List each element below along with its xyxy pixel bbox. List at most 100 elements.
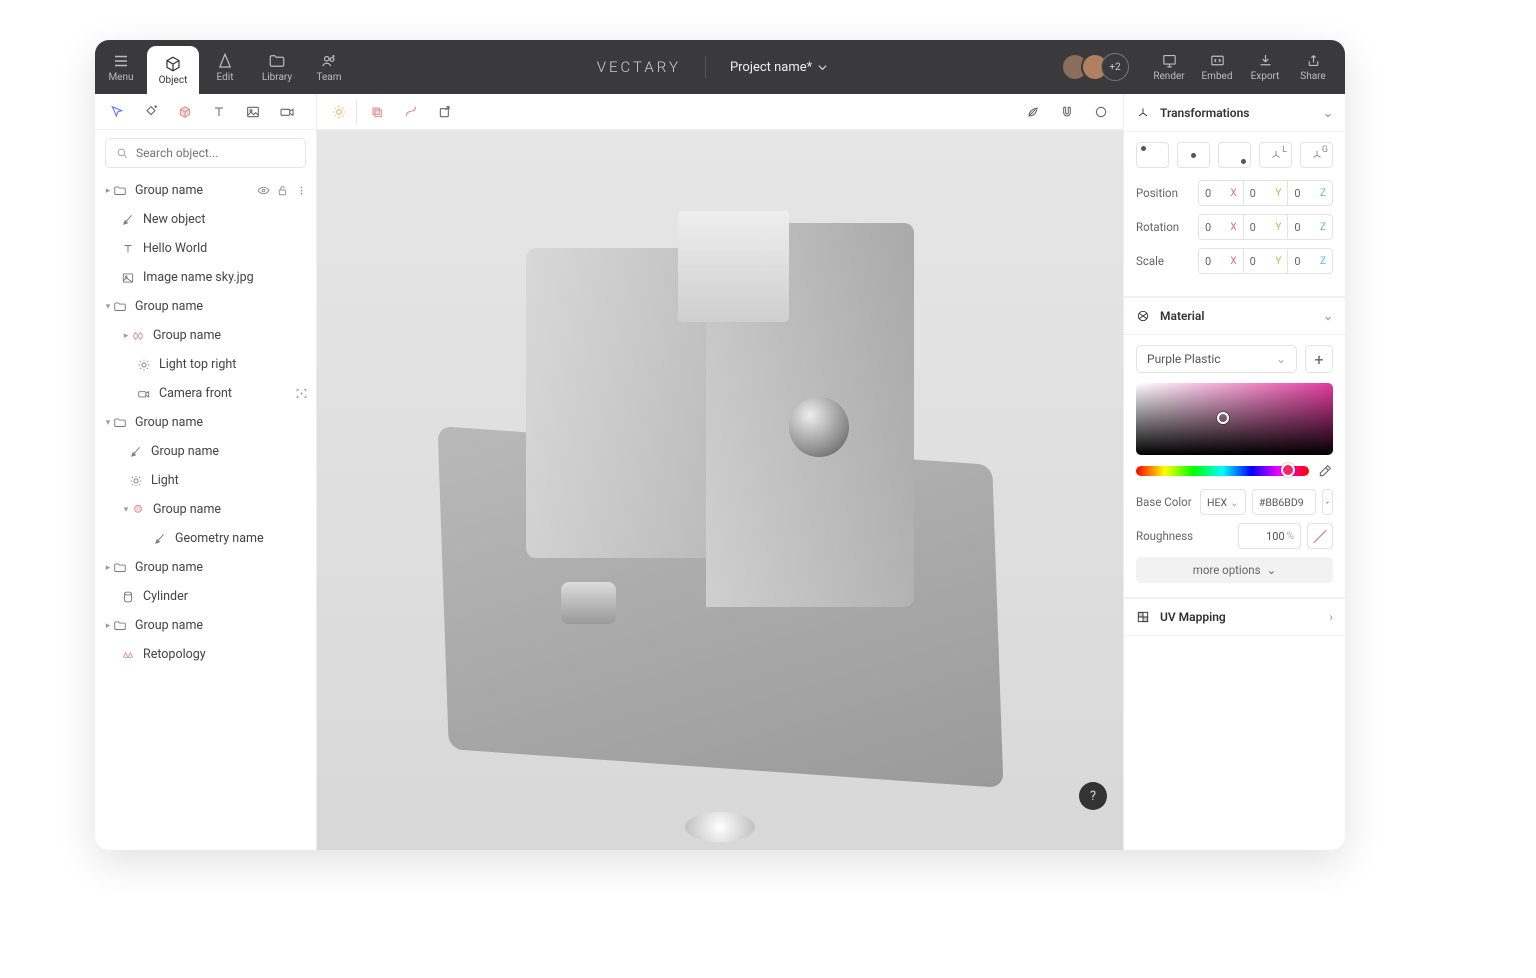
share-button[interactable]: Share xyxy=(1291,52,1335,82)
hue-slider[interactable] xyxy=(1136,466,1309,476)
snap-toggle[interactable] xyxy=(1051,97,1083,127)
more-icon[interactable] xyxy=(295,184,308,197)
team-tab[interactable]: Team xyxy=(303,40,355,94)
color-cursor[interactable] xyxy=(1217,412,1229,424)
library-tab[interactable]: Library xyxy=(251,40,303,94)
axis-z-label: Z xyxy=(1320,256,1326,267)
hex-input[interactable]: #BB6BD9 xyxy=(1252,489,1316,515)
image-tool[interactable] xyxy=(237,97,269,127)
shading-toggle[interactable] xyxy=(1017,97,1049,127)
space-local[interactable]: L xyxy=(1259,142,1292,168)
light-tool[interactable] xyxy=(323,97,357,127)
tree-node-light[interactable]: Light xyxy=(95,466,316,495)
tree-node-group[interactable]: ▸ Group name xyxy=(95,176,316,205)
deform-tool[interactable] xyxy=(395,97,427,127)
transform-tool[interactable] xyxy=(361,97,393,127)
tree-node-retopology[interactable]: Retopology xyxy=(95,640,316,669)
export-frame-tool[interactable] xyxy=(429,97,461,127)
scale-z[interactable]: 0Z xyxy=(1287,248,1333,274)
tree-node-object[interactable]: New object xyxy=(95,205,316,234)
roughness-input[interactable]: % xyxy=(1238,523,1301,549)
tree-node-group[interactable]: ▾ Group name xyxy=(95,495,316,524)
chevron-right-icon[interactable]: ▸ xyxy=(121,331,131,341)
pivot-center[interactable] xyxy=(1177,142,1210,168)
primitive-tool[interactable] xyxy=(169,97,201,127)
unlock-icon[interactable] xyxy=(276,184,289,197)
chevron-right-icon[interactable]: ▸ xyxy=(103,186,113,196)
roughness-value[interactable] xyxy=(1245,530,1285,543)
rotation-x[interactable]: 0X xyxy=(1198,214,1244,240)
viewport[interactable]: ? xyxy=(317,130,1123,850)
edit-tab[interactable]: Edit xyxy=(199,40,251,94)
pivot-bottom-right[interactable] xyxy=(1218,142,1251,168)
select-tool[interactable] xyxy=(101,97,133,127)
focus-icon[interactable] xyxy=(295,387,308,400)
texture-chip[interactable] xyxy=(1322,489,1333,515)
avatar-more[interactable]: +2 xyxy=(1101,53,1129,81)
tree-node-group[interactable]: ▸ Group name xyxy=(95,611,316,640)
text-tool[interactable] xyxy=(203,97,235,127)
object-tab[interactable]: Object xyxy=(147,46,199,94)
edit-tab-label: Edit xyxy=(217,72,234,83)
diamond-plus-icon xyxy=(143,104,159,120)
chevron-down-icon[interactable]: ▾ xyxy=(121,505,131,515)
position-y[interactable]: 0Y xyxy=(1243,180,1289,206)
chevron-right-icon[interactable]: ▸ xyxy=(103,563,113,573)
section-material[interactable]: Material ⌄ xyxy=(1124,297,1345,335)
help-button[interactable]: ? xyxy=(1079,782,1107,810)
more-options-button[interactable]: more options ⌄ xyxy=(1136,557,1333,583)
chevron-down-icon[interactable]: ▾ xyxy=(103,302,113,312)
color-field[interactable] xyxy=(1136,383,1333,455)
embed-button[interactable]: Embed xyxy=(1195,52,1239,82)
rotation-y[interactable]: 0Y xyxy=(1243,214,1289,240)
scale-x[interactable]: 0X xyxy=(1198,248,1244,274)
value: 0 xyxy=(1205,255,1211,268)
scale-y[interactable]: 0Y xyxy=(1243,248,1289,274)
rotation-z[interactable]: 0Z xyxy=(1287,214,1333,240)
position-z[interactable]: 0Z xyxy=(1287,180,1333,206)
tree-node-text[interactable]: Hello World xyxy=(95,234,316,263)
tree-node-geometry[interactable]: Geometry name xyxy=(95,524,316,553)
tree-node-camera[interactable]: Camera front xyxy=(95,379,316,408)
scene-sphere xyxy=(789,397,849,457)
position-x[interactable]: 0X xyxy=(1198,180,1244,206)
space-global[interactable]: G xyxy=(1300,142,1333,168)
eyedropper-icon[interactable] xyxy=(1317,463,1333,479)
pivot-row: L G xyxy=(1136,142,1333,168)
collaborator-avatars[interactable]: +2 xyxy=(1069,53,1129,81)
tree-node-light[interactable]: Light top right xyxy=(95,350,316,379)
value: 0 xyxy=(1205,221,1211,234)
color-format-select[interactable]: HEX⌄ xyxy=(1200,489,1246,515)
hue-thumb[interactable] xyxy=(1281,463,1295,477)
eye-icon[interactable] xyxy=(257,184,270,197)
export-button[interactable]: Export xyxy=(1243,52,1287,82)
project-name-dropdown[interactable]: Project name* xyxy=(730,60,827,75)
tree-node-object[interactable]: Group name xyxy=(95,437,316,466)
chevron-down-icon[interactable]: ▾ xyxy=(103,418,113,428)
tree-node-image[interactable]: Image name sky.jpg xyxy=(95,263,316,292)
scene-disc xyxy=(685,812,755,842)
search-field[interactable] xyxy=(105,138,306,168)
tree-node-group[interactable]: ▾ Group name xyxy=(95,408,316,437)
menu-tab[interactable]: Menu xyxy=(95,40,147,94)
tree-node-group[interactable]: ▸ Group name xyxy=(95,553,316,582)
camera-icon xyxy=(279,104,295,120)
tree-node-group[interactable]: ▸ Group name xyxy=(95,321,316,350)
section-uv-mapping[interactable]: UV Mapping › xyxy=(1124,598,1345,636)
tree-node-cylinder[interactable]: Cylinder xyxy=(95,582,316,611)
material-dropdown[interactable]: Purple Plastic ⌄ xyxy=(1136,345,1297,373)
texture-chip[interactable] xyxy=(1307,523,1333,549)
camera-tool[interactable] xyxy=(271,97,303,127)
pivot-top-left[interactable] xyxy=(1136,142,1169,168)
tree-node-group[interactable]: ▾ Group name xyxy=(95,292,316,321)
chevron-right-icon[interactable]: ▸ xyxy=(103,621,113,631)
chevron-down-icon: ⌄ xyxy=(1323,106,1333,120)
section-transformations[interactable]: Transformations ⌄ xyxy=(1124,94,1345,132)
add-point-tool[interactable] xyxy=(135,97,167,127)
search-input[interactable] xyxy=(136,146,295,160)
tree-node-label: Cylinder xyxy=(143,589,308,604)
workspace: ▸ Group name New object Hello World xyxy=(95,94,1345,850)
add-material-button[interactable]: + xyxy=(1305,345,1333,373)
view-toggle[interactable] xyxy=(1085,97,1117,127)
render-button[interactable]: Render xyxy=(1147,52,1191,82)
